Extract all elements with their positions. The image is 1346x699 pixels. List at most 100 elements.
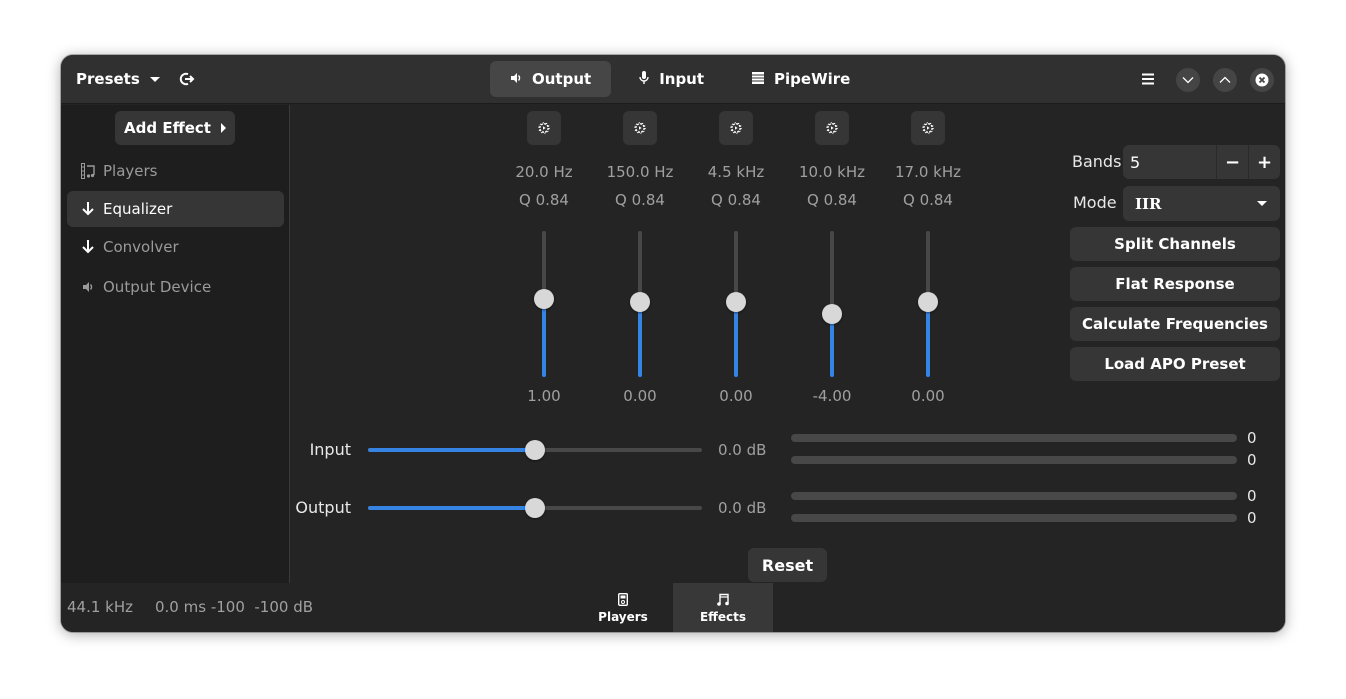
band-settings-button[interactable] [623, 111, 657, 145]
tab-pipewire-label: PipeWire [774, 70, 851, 88]
band-settings-button[interactable] [815, 111, 849, 145]
bands-decrement-button[interactable]: − [1216, 145, 1248, 179]
tab-pipewire[interactable]: PipeWire [732, 61, 870, 97]
split-channels-button[interactable]: Split Channels [1070, 227, 1280, 261]
players-icon [81, 163, 95, 179]
arrow-down-icon [81, 240, 95, 254]
mode-label: Mode [1073, 193, 1117, 212]
slider-handle[interactable] [525, 498, 545, 518]
slider-handle[interactable] [918, 292, 938, 312]
reset-button[interactable]: Reset [748, 548, 827, 582]
bands-spinbutton[interactable]: 5 − + [1123, 145, 1280, 179]
output-level-meter-right [791, 514, 1237, 522]
output-gain-slider[interactable] [368, 498, 702, 518]
band-frequency: 150.0 Hz [606, 163, 674, 181]
hamburger-icon [1142, 73, 1154, 85]
gear-icon [826, 122, 838, 134]
output-gain-value: 0.0 dB [718, 499, 767, 517]
band-quality: Q 0.84 [615, 191, 665, 209]
slider-fill [926, 302, 930, 377]
calculate-frequencies-button[interactable]: Calculate Frequencies [1070, 307, 1280, 341]
speaker-icon [510, 72, 522, 87]
slider-handle[interactable] [534, 288, 554, 309]
band-frequency: 10.0 kHz [798, 163, 865, 181]
band-gain-slider[interactable] [726, 231, 746, 377]
stack-tab-label: Effects [699, 610, 747, 624]
slider-handle[interactable] [525, 440, 545, 460]
caret-right-icon [220, 123, 226, 133]
stack-tab-effects[interactable]: Effects [673, 583, 773, 632]
tab-input-label: Input [659, 70, 705, 88]
tab-input[interactable]: Input [619, 61, 724, 97]
band-gain-slider[interactable] [822, 231, 842, 377]
chevron-down-icon [1182, 77, 1194, 84]
minimize-button[interactable] [1176, 68, 1200, 92]
effects-sidebar: Add Effect Players Equalizer Convolver O… [61, 105, 290, 583]
input-gain-slider[interactable] [368, 440, 702, 460]
slider-fill [734, 302, 738, 377]
app-window: Presets Output Input PipeWire Add Effect… [61, 55, 1285, 632]
slider-handle[interactable] [630, 292, 650, 312]
input-level-value-left: 0 [1247, 429, 1257, 447]
band-gain-value: 0.00 [719, 387, 753, 405]
add-effect-button[interactable]: Add Effect [115, 111, 235, 145]
output-level-value-left: 0 [1247, 487, 1257, 505]
bands-label: Bands [1072, 152, 1122, 171]
slider-handle[interactable] [822, 304, 842, 325]
band-gain-value: 1.00 [527, 387, 561, 405]
music-note-icon [717, 591, 729, 607]
band-quality: Q 0.84 [903, 191, 953, 209]
band-gain-slider[interactable] [918, 231, 938, 377]
band-gain-slider[interactable] [630, 231, 650, 377]
bypass-exit-button[interactable] [171, 63, 203, 95]
latency-level-info: 0.0 ms -100 -100 dB [155, 598, 314, 616]
stack-tab-players[interactable]: Players [573, 583, 673, 632]
band-settings-button[interactable] [911, 111, 945, 145]
gear-icon [730, 122, 742, 134]
sidebar-item-convolver[interactable]: Convolver [67, 229, 284, 265]
band-quality: Q 0.84 [711, 191, 761, 209]
input-level-meter-right [791, 456, 1237, 464]
band-quality: Q 0.84 [807, 191, 857, 209]
band-frequency: 20.0 Hz [515, 163, 573, 181]
tab-output-label: Output [532, 70, 592, 88]
microphone-icon [639, 70, 649, 88]
slider-fill [368, 506, 535, 510]
band-settings-button[interactable] [527, 111, 561, 145]
presets-menu-button[interactable]: Presets [69, 63, 167, 95]
band-gain-slider[interactable] [534, 231, 554, 377]
sidebar-item-players[interactable]: Players [67, 153, 284, 189]
slider-handle[interactable] [726, 292, 746, 312]
mode-value: IIR [1135, 194, 1162, 213]
maximize-button[interactable] [1213, 68, 1237, 92]
mode-dropdown[interactable]: IIR [1123, 186, 1280, 221]
tab-output[interactable]: Output [490, 61, 612, 97]
sidebar-item-equalizer[interactable]: Equalizer [67, 191, 284, 227]
slider-fill [542, 298, 546, 377]
bands-value[interactable]: 5 [1123, 145, 1216, 179]
chevron-up-icon [1219, 76, 1231, 83]
output-level-meter-left [791, 492, 1237, 500]
gear-icon [634, 122, 646, 134]
bands-increment-button[interactable]: + [1248, 145, 1280, 179]
input-gain-label: Input [309, 440, 351, 459]
input-level-meter-left [791, 434, 1237, 442]
gear-icon [922, 122, 934, 134]
input-level-value-right: 0 [1247, 451, 1257, 469]
output-gain-label: Output [295, 498, 351, 517]
media-player-icon [618, 591, 628, 607]
band-settings-button[interactable] [719, 111, 753, 145]
close-button[interactable] [1250, 68, 1274, 92]
band-gain-value: -4.00 [812, 387, 852, 405]
output-level-value-right: 0 [1247, 509, 1257, 527]
flat-response-button[interactable]: Flat Response [1070, 267, 1280, 301]
stack-tab-label: Players [598, 610, 648, 624]
main-menu-button[interactable] [1135, 63, 1161, 95]
load-apo-preset-button[interactable]: Load APO Preset [1070, 347, 1280, 381]
arrow-down-icon [81, 202, 95, 216]
band-frequency: 4.5 kHz [707, 163, 765, 181]
caret-down-icon [149, 76, 160, 82]
sidebar-item-output-device[interactable]: Output Device [67, 269, 284, 305]
exit-icon [179, 72, 195, 86]
close-icon [1255, 73, 1269, 87]
